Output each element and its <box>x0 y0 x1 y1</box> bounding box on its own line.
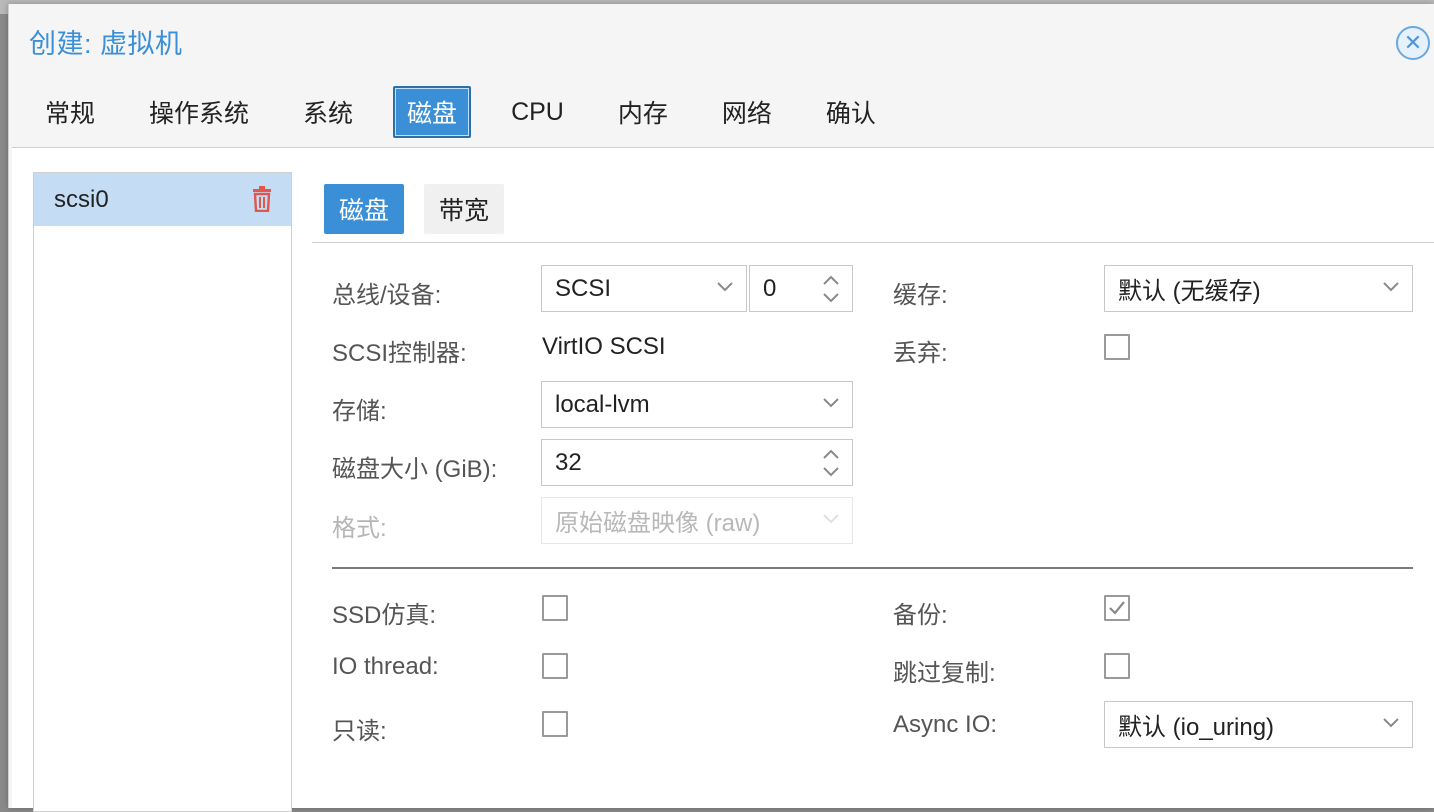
tab-network[interactable]: 网络 <box>708 86 786 138</box>
disk-size-value: 32 <box>555 448 582 476</box>
disk-size-input[interactable]: 32 <box>541 439 853 486</box>
read-only-label: 只读: <box>332 718 387 745</box>
async-io-label: Async IO: <box>893 711 998 738</box>
spinner-arrows-icon[interactable] <box>822 446 840 480</box>
skip-replication-label: 跳过复制: <box>893 660 996 687</box>
async-io-select[interactable]: 默认 (io_uring) <box>1104 701 1413 748</box>
format-label: 格式: <box>332 515 387 542</box>
disk-panel: scsi0 磁盘 带宽 总线/设备: SCSI 0 SCSI控制器: VirtI… <box>12 147 1434 812</box>
backup-label: 备份: <box>893 602 948 629</box>
subtab-disk[interactable]: 磁盘 <box>324 184 405 234</box>
storage-select[interactable]: local-lvm <box>541 381 853 428</box>
divider <box>312 242 1434 243</box>
bus-select[interactable]: SCSI <box>541 265 747 312</box>
subtab-bandwidth[interactable]: 带宽 <box>424 184 505 234</box>
device-label: scsi0 <box>54 185 109 213</box>
list-item[interactable]: scsi0 <box>34 173 291 226</box>
checkmark-icon <box>1109 601 1125 615</box>
close-icon[interactable]: ✕ <box>1396 26 1430 60</box>
device-number-spinner[interactable]: 0 <box>749 265 853 312</box>
cache-select[interactable]: 默认 (无缓存) <box>1104 265 1413 312</box>
async-io-select-value: 默认 (io_uring) <box>1118 714 1275 741</box>
cache-select-value: 默认 (无缓存) <box>1118 278 1261 305</box>
device-number-value: 0 <box>763 274 777 302</box>
discard-checkbox[interactable] <box>1104 334 1130 360</box>
tab-general[interactable]: 常规 <box>31 86 109 138</box>
chevron-down-icon <box>717 282 733 292</box>
ssd-emulation-checkbox[interactable] <box>542 595 568 621</box>
tab-confirm[interactable]: 确认 <box>812 86 890 138</box>
skip-replication-checkbox[interactable] <box>1104 653 1130 679</box>
backup-checkbox[interactable] <box>1104 595 1130 621</box>
device-list: scsi0 <box>33 172 292 812</box>
spinner-arrows-icon[interactable] <box>822 272 840 306</box>
chevron-down-icon <box>823 398 839 408</box>
bus-select-value: SCSI <box>555 274 612 302</box>
wizard-tabs: 常规 操作系统 系统 磁盘 CPU 内存 网络 确认 <box>31 86 916 138</box>
format-select: 原始磁盘映像 (raw) <box>541 497 853 544</box>
read-only-checkbox[interactable] <box>542 711 568 737</box>
io-thread-label: IO thread: <box>332 653 439 680</box>
scsi-controller-label: SCSI控制器: <box>332 340 467 367</box>
disk-subtabs: 磁盘 带宽 <box>324 184 524 234</box>
ssd-emulation-label: SSD仿真: <box>332 602 437 629</box>
tab-cpu[interactable]: CPU <box>497 90 578 135</box>
section-divider <box>332 567 1413 569</box>
format-select-value: 原始磁盘映像 (raw) <box>555 510 761 537</box>
chevron-down-icon <box>1383 282 1399 292</box>
chevron-down-icon <box>823 514 839 524</box>
tab-system[interactable]: 系统 <box>289 86 367 138</box>
storage-select-value: local-lvm <box>555 390 650 418</box>
tab-os[interactable]: 操作系统 <box>135 86 263 138</box>
cache-label: 缓存: <box>893 282 948 309</box>
chevron-down-icon <box>1383 718 1399 728</box>
io-thread-checkbox[interactable] <box>542 653 568 679</box>
storage-label: 存储: <box>332 398 387 425</box>
tab-disks[interactable]: 磁盘 <box>393 86 472 138</box>
tab-memory[interactable]: 内存 <box>604 86 682 138</box>
discard-label: 丢弃: <box>893 340 948 367</box>
scsi-controller-value: VirtIO SCSI <box>542 333 666 360</box>
dialog-title: 创建: 虚拟机 <box>29 29 183 59</box>
disk-size-label: 磁盘大小 (GiB): <box>332 456 498 483</box>
trash-icon[interactable] <box>251 186 273 212</box>
create-vm-dialog: 创建: 虚拟机 ✕ 常规 操作系统 系统 磁盘 CPU 内存 网络 确认 scs… <box>8 4 1434 812</box>
bus-device-label: 总线/设备: <box>332 282 442 309</box>
